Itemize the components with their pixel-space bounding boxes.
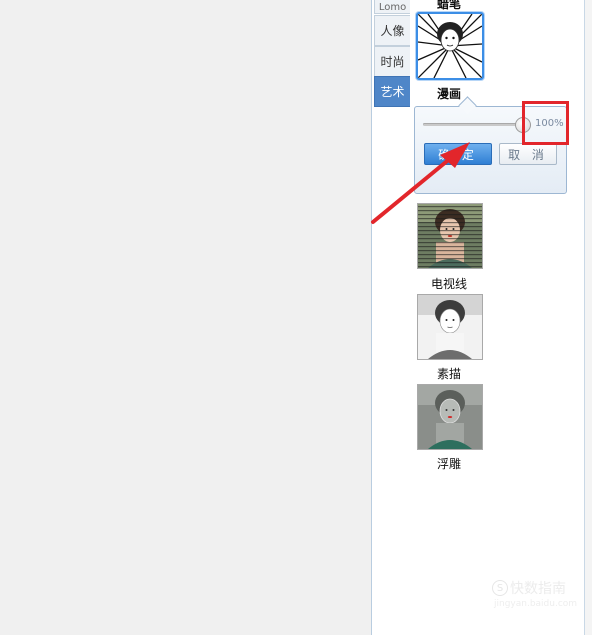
watermark-url: jingyan.baidu.com	[494, 599, 578, 609]
intensity-slider[interactable]	[423, 117, 531, 133]
watermark-logo-icon: S	[492, 580, 508, 596]
tvline-preview-icon	[418, 204, 482, 268]
cancel-button[interactable]: 取 消	[499, 143, 557, 165]
effect-sketch-label: 素描	[436, 367, 461, 381]
annotation-highlight-box	[522, 101, 569, 145]
tab-art-label: 艺术	[380, 85, 405, 99]
effect-tvline-label: 电视线	[430, 277, 467, 291]
effect-comic-label: 漫画	[436, 87, 461, 101]
effect-tvline-thumbnail[interactable]	[417, 203, 483, 269]
effect-emboss-label: 浮雕	[436, 457, 461, 471]
tab-portrait-label: 人像	[380, 24, 405, 38]
tab-fashion-label: 时尚	[380, 55, 405, 69]
sketch-preview-icon	[418, 295, 482, 359]
watermark-text: 快数指南	[510, 581, 566, 597]
effects-panel: Lomo 人像 时尚 艺术 蜡笔 漫画 100% 确 定 取 消 电视线 素描 …	[371, 0, 592, 635]
watermark: S 快数指南	[492, 578, 566, 598]
comic-preview-icon	[418, 14, 482, 78]
effect-comic-thumbnail[interactable]	[416, 12, 484, 80]
tab-fashion[interactable]: 时尚	[374, 46, 410, 77]
effect-sketch-thumbnail[interactable]	[417, 294, 483, 360]
tab-lomo-label: Lomo	[378, 2, 407, 13]
image-canvas	[0, 0, 371, 635]
panel-scrollbar[interactable]	[584, 0, 592, 635]
crayon-caption: 蜡笔	[436, 0, 461, 11]
tab-lomo[interactable]: Lomo	[374, 0, 410, 14]
tab-art[interactable]: 艺术	[374, 76, 410, 107]
tab-portrait[interactable]: 人像	[374, 15, 410, 46]
emboss-preview-icon	[418, 385, 482, 449]
effect-emboss-thumbnail[interactable]	[417, 384, 483, 450]
confirm-button[interactable]: 确 定	[424, 143, 492, 165]
